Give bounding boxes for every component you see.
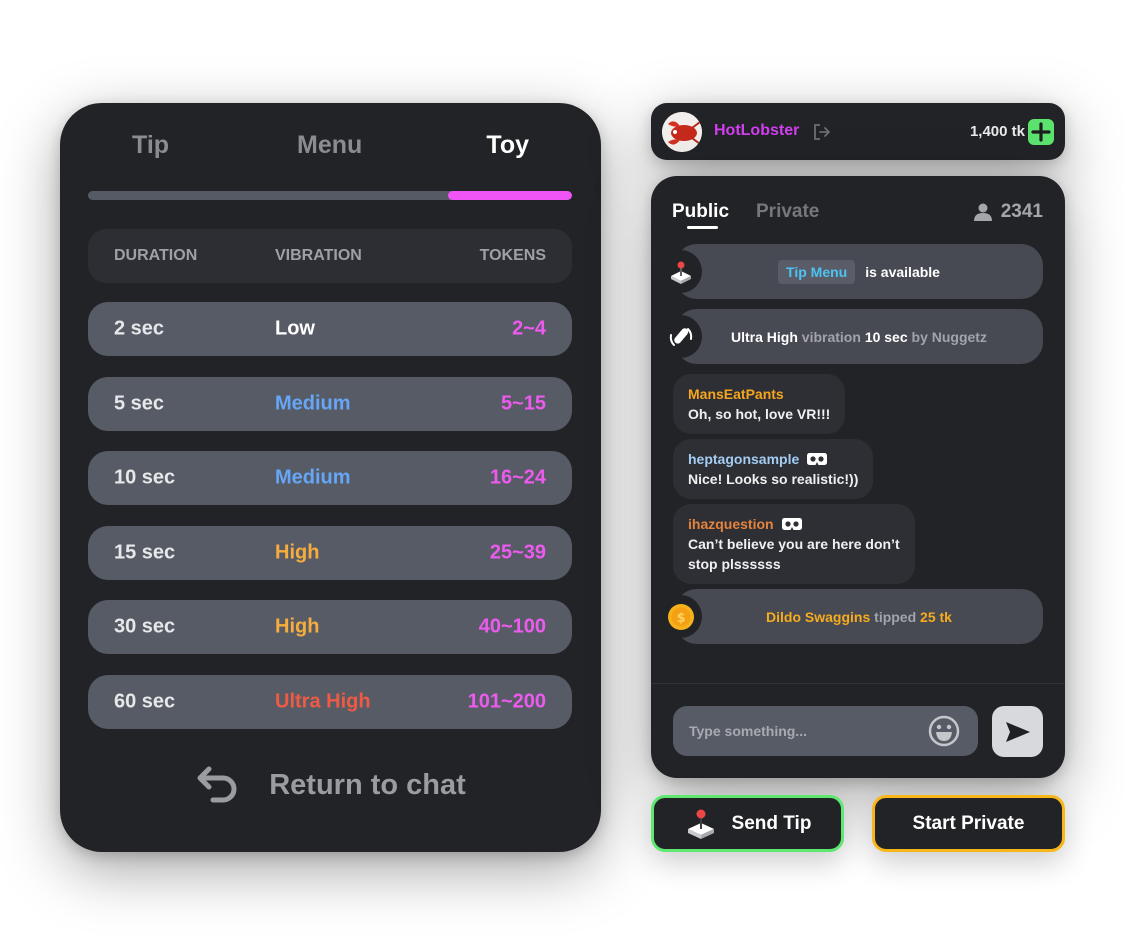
avatar[interactable] bbox=[662, 112, 702, 152]
message-text: Nice! Looks so realistic!)) bbox=[688, 471, 859, 487]
vr-headset-icon bbox=[781, 518, 802, 530]
chat-message: MansEatPants Oh, so hot, love VR!!! bbox=[673, 374, 846, 434]
token-balance: 1,400 tk bbox=[969, 123, 1025, 140]
chat-tab-private[interactable]: Private bbox=[756, 201, 819, 223]
message-text-line: Can’t believe you are here don’t bbox=[688, 536, 900, 552]
tokens-cell: 25~39 bbox=[489, 541, 546, 563]
vr-headset-icon bbox=[807, 453, 828, 465]
logout-icon[interactable] bbox=[812, 122, 832, 142]
tab-tip[interactable]: Tip bbox=[132, 131, 169, 160]
vibration-cell: Low bbox=[275, 317, 315, 340]
chat-tab-public[interactable]: Public bbox=[672, 201, 729, 223]
table-header: DURATION VIBRATION TOKENS bbox=[88, 229, 572, 283]
user-bar: HotLobster 1,400 tk bbox=[651, 103, 1065, 160]
duration-cell: 5 sec bbox=[114, 392, 165, 414]
tab-menu[interactable]: Menu bbox=[297, 131, 362, 160]
message-username[interactable]: ihazquestion bbox=[688, 514, 774, 534]
message-text-line: stop plssssss bbox=[688, 556, 781, 572]
message-text: Oh, so hot, love VR!!! bbox=[688, 406, 831, 422]
chat-panel: Public Private 2341 Tip Menu is availabl… bbox=[651, 176, 1065, 778]
vibration-level: Ultra High bbox=[731, 328, 798, 345]
tokens-cell: 5~15 bbox=[500, 392, 546, 414]
tip-menu-chip[interactable]: Tip Menu bbox=[778, 259, 856, 284]
tipper-name[interactable]: Dildo Swaggins bbox=[766, 609, 870, 625]
tab-toy[interactable]: Toy bbox=[486, 131, 529, 160]
header-duration: DURATION bbox=[114, 247, 198, 264]
return-label: Return to chat bbox=[269, 768, 466, 801]
vibration-by: by Nuggetz bbox=[911, 328, 987, 345]
svg-text:$: $ bbox=[676, 611, 685, 626]
return-to-chat-button[interactable]: Return to chat bbox=[60, 763, 601, 807]
table-row[interactable]: 10 sec Medium 16~24 bbox=[88, 451, 572, 505]
vibration-cell: Medium bbox=[275, 466, 351, 489]
viewer-count-value: 2341 bbox=[1000, 201, 1043, 222]
message-username[interactable]: heptagonsample bbox=[688, 449, 799, 469]
table-row[interactable]: 15 sec High 25~39 bbox=[88, 525, 572, 580]
user-icon bbox=[973, 203, 992, 221]
tab-progress-track bbox=[88, 191, 572, 200]
emoji-icon[interactable] bbox=[928, 715, 960, 747]
lobster-avatar-icon bbox=[662, 112, 702, 152]
tokens-cell: 101~200 bbox=[467, 690, 546, 712]
tokens-cell: 2~4 bbox=[512, 317, 546, 340]
send-tip-label: Send Tip bbox=[731, 812, 812, 834]
coin-badge: $ bbox=[659, 595, 702, 638]
undo-arrow-icon bbox=[197, 766, 237, 803]
duration-cell: 10 sec bbox=[114, 466, 176, 489]
tokens-cell: 40~100 bbox=[478, 615, 546, 638]
vibration-cell: Medium bbox=[275, 392, 351, 414]
header-vibration: VIBRATION bbox=[275, 247, 362, 264]
chat-input-box bbox=[673, 706, 978, 756]
add-tokens-button[interactable] bbox=[1028, 119, 1054, 145]
tokens-cell: 16~24 bbox=[489, 466, 546, 489]
tip-amount: 25 tk bbox=[920, 608, 952, 625]
joystick-icon bbox=[687, 809, 714, 839]
table-row[interactable]: 60 sec Ultra High 101~200 bbox=[88, 674, 572, 729]
table-row[interactable]: 30 sec High 40~100 bbox=[88, 600, 572, 654]
duration-cell: 60 sec bbox=[114, 690, 176, 712]
system-message-tip: $ Dildo Swaggins tipped 25 tk bbox=[659, 589, 1043, 644]
duration-cell: 15 sec bbox=[114, 541, 176, 563]
chat-input[interactable] bbox=[673, 706, 913, 756]
table-row[interactable]: 5 sec Medium 5~15 bbox=[88, 376, 572, 431]
chat-message: ihazquestion Can’t believe you are here … bbox=[673, 504, 915, 584]
send-tip-button[interactable]: Send Tip bbox=[651, 795, 844, 852]
start-private-button[interactable]: Start Private bbox=[872, 795, 1065, 852]
start-private-label: Start Private bbox=[912, 812, 1025, 834]
input-divider bbox=[651, 683, 1065, 684]
vibration-cell: High bbox=[275, 541, 320, 563]
vibrator-badge bbox=[659, 315, 702, 358]
viewer-count: 2341 bbox=[973, 201, 1043, 223]
tab-progress-fill bbox=[448, 191, 572, 200]
chat-message: heptagonsample Nice! Looks so realistic!… bbox=[673, 439, 874, 499]
duration-cell: 30 sec bbox=[114, 615, 176, 638]
send-icon bbox=[1005, 721, 1030, 742]
tip-menu-toy-tabs: Tip Menu Toy bbox=[60, 131, 601, 171]
vibration-cell: High bbox=[275, 615, 320, 638]
vibration-duration: 10 sec bbox=[864, 328, 908, 345]
duration-cell: 2 sec bbox=[114, 317, 165, 340]
vibration-table: 2 sec Low 2~4 5 sec Medium 5~15 10 sec Medium 16… bbox=[88, 302, 572, 749]
table-row[interactable]: 2 sec Low 2~4 bbox=[88, 302, 572, 356]
joystick-icon bbox=[670, 261, 691, 284]
coin-icon: $ bbox=[667, 603, 694, 630]
tip-menu-text: is available bbox=[865, 263, 940, 280]
header-tokens: TOKENS bbox=[479, 247, 546, 264]
vibration-cell: Ultra High bbox=[275, 690, 371, 712]
system-message-tip-menu: Tip Menu is available bbox=[659, 244, 1043, 299]
active-tab-underline bbox=[687, 226, 718, 229]
username-link[interactable]: HotLobster bbox=[714, 122, 799, 140]
send-message-button[interactable] bbox=[992, 706, 1043, 757]
plus-icon bbox=[1031, 122, 1051, 142]
joystick-badge bbox=[659, 250, 702, 293]
vibration-word: vibration bbox=[801, 328, 861, 345]
vibration-icon bbox=[669, 327, 692, 346]
message-username[interactable]: MansEatPants bbox=[688, 384, 784, 404]
tipped-word: tipped bbox=[874, 608, 917, 625]
system-message-vibration: Ultra High vibration 10 sec by Nuggetz bbox=[659, 309, 1043, 364]
toy-panel: Tip Menu Toy DURATION VIBRATION TOKENS 2… bbox=[60, 103, 601, 852]
